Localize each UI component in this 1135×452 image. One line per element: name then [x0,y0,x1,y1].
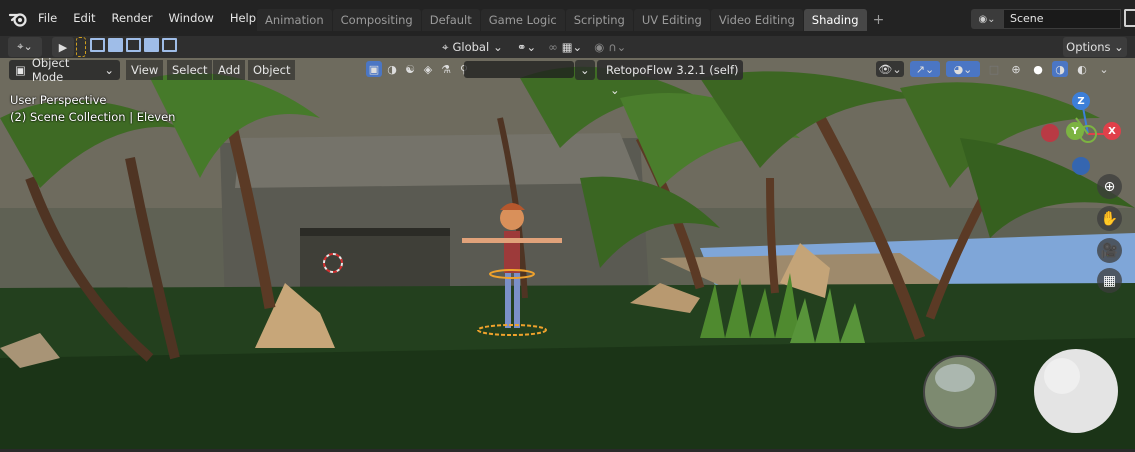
collection-info-label: (2) Scene Collection | Eleven [10,110,176,124]
tab-compositing[interactable]: Compositing [332,9,421,31]
viewport-menu-view[interactable]: View [126,60,164,80]
3d-viewport[interactable]: ▣ Object Mode ⌄ View Select Add Object ▣… [0,58,1135,449]
snap-target-icon[interactable]: ▦⌄ [562,40,583,54]
wireframe-shading-icon[interactable]: ⊕ [1008,61,1024,77]
tab-uv-editing[interactable]: UV Editing [633,9,710,31]
visibility-icon[interactable]: 👁⌄ [876,61,904,77]
select-mode-extend-icon[interactable] [108,38,123,52]
chevron-down-icon: ⌄ [610,83,620,97]
axis-y-button[interactable]: Y [1066,122,1084,140]
selection-mode-group [90,38,177,52]
zoom-icon[interactable]: ⊕ [1097,174,1122,199]
select-mode-subtract-icon[interactable] [126,38,141,52]
solid-shading-icon[interactable]: ● [1030,61,1046,77]
axis-z-button[interactable]: Z [1072,92,1090,110]
add-workspace-button[interactable]: + [868,9,890,31]
select-mode-invert-icon[interactable] [144,38,159,52]
chevron-down-icon: ⌄ [493,40,503,54]
transform-pivot-icon[interactable]: ⌖⌄ [8,37,42,57]
tab-scripting[interactable]: Scripting [565,9,633,31]
tab-video-editing[interactable]: Video Editing [710,9,803,31]
addon-icon-group: ▣ ◑ ☯ ◈ ⚗ ⚲ [366,61,472,77]
pivot-icon[interactable]: ⚭⌄ [517,40,536,54]
select-box-icon[interactable]: ▣ [366,61,382,77]
poly-strips-icon[interactable]: ☯ [402,61,418,77]
gizmo-toggle-icon[interactable]: ↗⌄ [910,61,940,77]
polypen-icon[interactable]: ⚗ [438,61,454,77]
main-menu: File Edit Render Window Help [30,7,264,29]
axis-neg-x-button[interactable] [1041,124,1059,142]
camera-icon[interactable]: 🎥 [1097,238,1122,263]
interaction-mode-label: Object Mode [31,58,70,84]
retopoflow-dropdown[interactable]: RetopoFlow 3.2.1 (self) ⌄ [597,60,743,97]
proportional-edit-icon[interactable]: ◉ [594,40,604,54]
xray-toggle-icon[interactable]: □ [986,61,1002,77]
transform-orientation-dropdown[interactable]: ⌖ Global ⌄ ⚭⌄ ∞ ▦⌄ ◉ ∩⌄ [442,37,626,57]
scene-browse-icon[interactable]: ◉⌄ [971,9,1003,29]
pan-hand-icon[interactable]: ✋ [1097,206,1122,231]
addon-search-field[interactable] [464,61,574,78]
grid-icon[interactable]: ▦ [1097,268,1122,293]
viewport-menu-select[interactable]: Select [167,60,213,80]
contour-icon[interactable]: ◑ [384,61,400,77]
chevron-down-icon: ⌄ [104,63,114,77]
menu-file[interactable]: File [30,7,65,29]
options-dropdown[interactable]: Options ⌄ [1063,37,1127,57]
viewport-display-icons: 👁⌄ ↗⌄ ◕⌄ □ ⊕ ● ◑ ◐ ⌄ [876,61,1112,77]
axis-neg-z-button[interactable] [1072,157,1090,175]
workspace-tabs: Animation Compositing Default Game Logic… [257,9,890,31]
menu-window[interactable]: Window [160,7,221,29]
view-perspective-label: User Perspective [10,93,107,107]
axis-x-button[interactable]: X [1103,122,1121,140]
snap-icon[interactable]: ∞ [548,40,558,54]
overlays-toggle-icon[interactable]: ◕⌄ [946,61,980,77]
select-box-icon[interactable] [76,37,86,57]
chevron-down-icon[interactable]: ⌄ [575,60,595,80]
falloff-icon[interactable]: ∩⌄ [608,40,626,54]
menu-render[interactable]: Render [104,7,161,29]
viewport-header: ▣ Object Mode ⌄ View Select Add Object ▣… [0,58,1135,97]
options-label: Options [1066,40,1111,54]
select-cursor-icon[interactable]: ▶ [52,37,74,57]
top-bar: File Edit Render Window Help Animation C… [0,0,1135,36]
tab-game-logic[interactable]: Game Logic [480,9,565,31]
scene-selector: ◉⌄ Scene [971,8,1121,30]
retopoflow-label: RetopoFlow 3.2.1 (self) [606,63,739,77]
material-shading-icon[interactable]: ◑ [1052,61,1068,77]
interaction-mode-dropdown[interactable]: ▣ Object Mode ⌄ [9,58,120,84]
viewport-menu-add[interactable]: Add [213,60,246,80]
tab-animation[interactable]: Animation [257,9,332,31]
orientation-icon: ⌖ [442,39,449,54]
menu-edit[interactable]: Edit [65,7,103,29]
chevron-down-icon[interactable]: ⌄ [1096,61,1112,77]
viewport-menu-object[interactable]: Object [248,60,296,80]
new-scene-icon[interactable] [1124,9,1135,27]
patches-icon[interactable]: ◈ [420,61,436,77]
orientation-label: Global [452,40,490,54]
select-mode-intersect-icon[interactable] [162,38,177,52]
rendered-shading-icon[interactable]: ◐ [1074,61,1090,77]
scene-name-field[interactable]: Scene [1003,9,1121,29]
blender-logo-icon[interactable] [8,9,28,27]
tab-default[interactable]: Default [421,9,480,31]
tool-header: ⌖⌄ ▶ ⌖ Global ⌄ ⚭⌄ ∞ ▦⌄ ◉ ∩⌄ Options ⌄ [0,36,1135,58]
object-mode-icon: ▣ [15,63,26,77]
select-mode-new-icon[interactable] [90,38,105,52]
tab-shading[interactable]: Shading [803,9,867,31]
